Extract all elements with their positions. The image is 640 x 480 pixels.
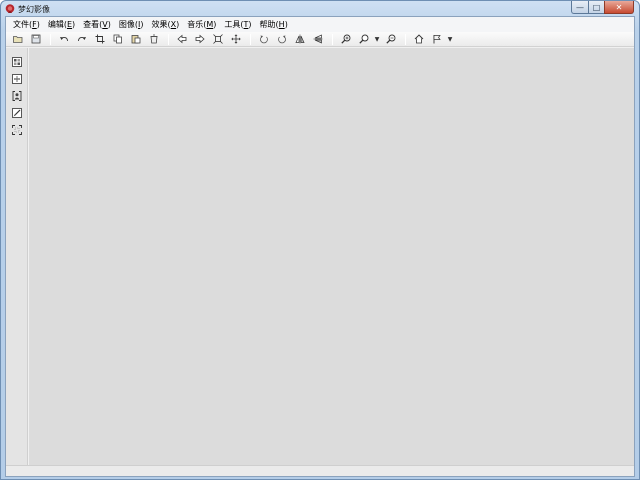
- menu-edit[interactable]: 编辑(E): [44, 18, 79, 31]
- menu-file[interactable]: 文件(F): [9, 18, 44, 31]
- rotate-right-icon[interactable]: [274, 32, 290, 46]
- maximize-button[interactable]: □: [588, 1, 604, 14]
- menu-bar: 文件(F) 编辑(E) 查看(V) 图像(I) 效果(X) 音乐(M) 工具(T…: [6, 17, 634, 32]
- arrow-right-icon[interactable]: [192, 32, 208, 46]
- crop-icon[interactable]: [92, 32, 108, 46]
- arrow-left-icon[interactable]: [174, 32, 190, 46]
- fullscreen-icon[interactable]: [11, 124, 23, 136]
- menu-view[interactable]: 查看(V): [79, 18, 115, 31]
- undo-icon[interactable]: [56, 32, 72, 46]
- fit-screen-icon[interactable]: [11, 73, 23, 85]
- portrait-frame-icon[interactable]: [11, 90, 23, 102]
- menu-help[interactable]: 帮助(H): [256, 18, 292, 31]
- toolbar-separator: [405, 33, 406, 45]
- client-area: 文件(F) 编辑(E) 查看(V) 图像(I) 效果(X) 音乐(M) 工具(T…: [5, 16, 635, 477]
- menu-effects[interactable]: 效果(X): [148, 18, 184, 31]
- close-button[interactable]: ✕: [604, 1, 634, 14]
- flip-horizontal-icon[interactable]: [292, 32, 308, 46]
- zoom-out-icon[interactable]: [383, 32, 399, 46]
- flag-icon[interactable]: [429, 32, 445, 46]
- image-grid-icon[interactable]: [11, 56, 23, 68]
- title-bar[interactable]: 梦幻影像 — □ ✕: [1, 1, 639, 16]
- rotate-left-icon[interactable]: [256, 32, 272, 46]
- zoom-in-icon[interactable]: [338, 32, 354, 46]
- home-icon[interactable]: [411, 32, 427, 46]
- menu-image[interactable]: 图像(I): [115, 18, 148, 31]
- toolbar: ▼ ▼: [6, 32, 634, 47]
- menu-music[interactable]: 音乐(M): [183, 18, 220, 31]
- flag-dropdown-arrow-icon[interactable]: ▼: [447, 32, 453, 46]
- app-window: 梦幻影像 — □ ✕ 文件(F) 编辑(E) 查看(V) 图像(I) 效果(X)…: [0, 0, 640, 480]
- paste-icon[interactable]: [128, 32, 144, 46]
- move-icon[interactable]: [228, 32, 244, 46]
- flip-vertical-icon[interactable]: [310, 32, 326, 46]
- copy-icon[interactable]: [110, 32, 126, 46]
- open-folder-icon[interactable]: [10, 32, 26, 46]
- minimize-button[interactable]: —: [571, 1, 588, 14]
- toolbar-separator: [50, 33, 51, 45]
- delete-icon[interactable]: [146, 32, 162, 46]
- toolbar-separator: [332, 33, 333, 45]
- toolbar-separator: [168, 33, 169, 45]
- menu-tools[interactable]: 工具(T): [220, 18, 255, 31]
- zoom-dropdown-arrow-icon[interactable]: ▼: [374, 32, 380, 46]
- zoom-dropdown-icon[interactable]: [356, 32, 372, 46]
- status-bar: [6, 465, 634, 476]
- brush-icon[interactable]: [11, 107, 23, 119]
- save-icon[interactable]: [28, 32, 44, 46]
- side-toolbar: [6, 48, 28, 465]
- image-canvas[interactable]: [29, 48, 634, 465]
- toolbar-separator: [250, 33, 251, 45]
- caption-buttons: — □ ✕: [571, 1, 634, 14]
- redo-icon[interactable]: [74, 32, 90, 46]
- app-logo-icon: [5, 4, 15, 13]
- window-title: 梦幻影像: [18, 5, 50, 14]
- fit-window-icon[interactable]: [210, 32, 226, 46]
